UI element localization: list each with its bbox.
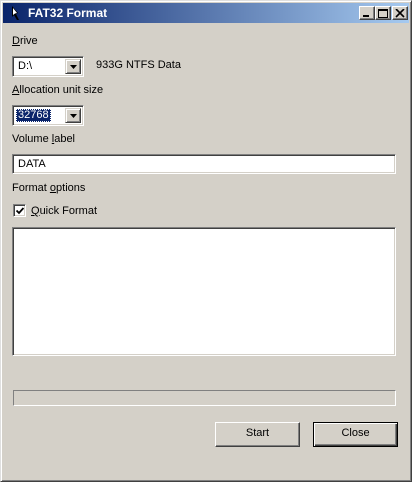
volume-label: Volume label — [12, 133, 75, 145]
minimize-icon — [363, 15, 369, 17]
format-progress-bar — [13, 390, 396, 406]
start-button[interactable]: Start — [215, 422, 300, 447]
drive-label: Drive — [12, 35, 38, 47]
allocation-label: Allocation unit size — [12, 84, 104, 96]
drive-dropdown-button[interactable] — [65, 59, 81, 74]
quick-format-label[interactable]: Quick Format — [31, 205, 97, 218]
maximize-icon — [378, 9, 388, 18]
title-bar[interactable]: FAT32 Format — [3, 3, 409, 23]
allocation-select-value: 32768 — [16, 109, 51, 122]
log-output-textarea[interactable] — [12, 227, 396, 356]
chevron-down-icon — [70, 114, 77, 118]
allocation-select[interactable]: 32768 — [12, 105, 84, 126]
format-options-label: Format options — [12, 182, 86, 194]
quick-format-checkbox[interactable] — [13, 204, 26, 217]
volume-label-value: DATA — [18, 158, 46, 170]
minimize-button[interactable] — [359, 6, 375, 20]
drive-info: 933G NTFS Data — [96, 59, 181, 71]
checkmark-icon — [16, 207, 24, 215]
volume-label-input[interactable]: DATA — [12, 154, 396, 174]
drive-select[interactable]: D:\ — [12, 56, 84, 77]
app-window: FAT32 Format Drive D:\ 933G NTFS Data Al… — [0, 0, 412, 482]
pen-app-icon — [6, 5, 22, 21]
maximize-button[interactable] — [375, 6, 391, 20]
close-button-titlebar[interactable] — [392, 6, 408, 20]
close-button[interactable]: Close — [313, 422, 398, 447]
chevron-down-icon — [70, 65, 77, 69]
drive-select-value: D:\ — [18, 60, 33, 72]
allocation-dropdown-button[interactable] — [65, 108, 81, 123]
window-title: FAT32 Format — [28, 6, 108, 20]
close-icon — [395, 9, 405, 18]
